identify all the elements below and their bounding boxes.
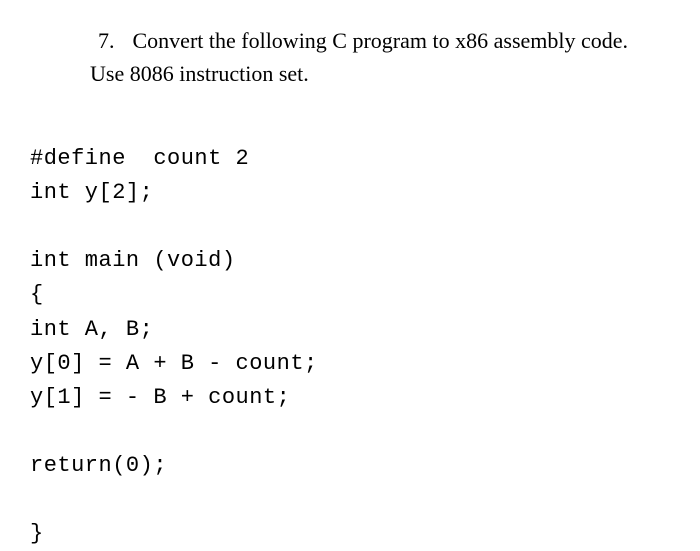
code-line: #define count 2 xyxy=(30,146,249,171)
code-line: y[1] = - B + count; xyxy=(30,385,290,410)
question-number: 7. xyxy=(98,24,115,57)
question-text-line1: Convert the following C program to x86 a… xyxy=(133,28,629,53)
code-line: y[0] = A + B - count; xyxy=(30,351,318,376)
code-line: int main (void) xyxy=(30,248,236,273)
question-prompt: 7. Convert the following C program to x86… xyxy=(70,24,670,90)
code-line: { xyxy=(30,282,44,307)
code-line: int y[2]; xyxy=(30,180,153,205)
question-text-line2: Use 8086 instruction set. xyxy=(90,57,670,90)
code-block: #define count 2 int y[2]; int main (void… xyxy=(30,108,670,551)
code-line: return(0); xyxy=(30,453,167,478)
question-line1: 7. Convert the following C program to x86… xyxy=(70,24,670,57)
code-line: int A, B; xyxy=(30,317,153,342)
code-line: } xyxy=(30,521,44,546)
